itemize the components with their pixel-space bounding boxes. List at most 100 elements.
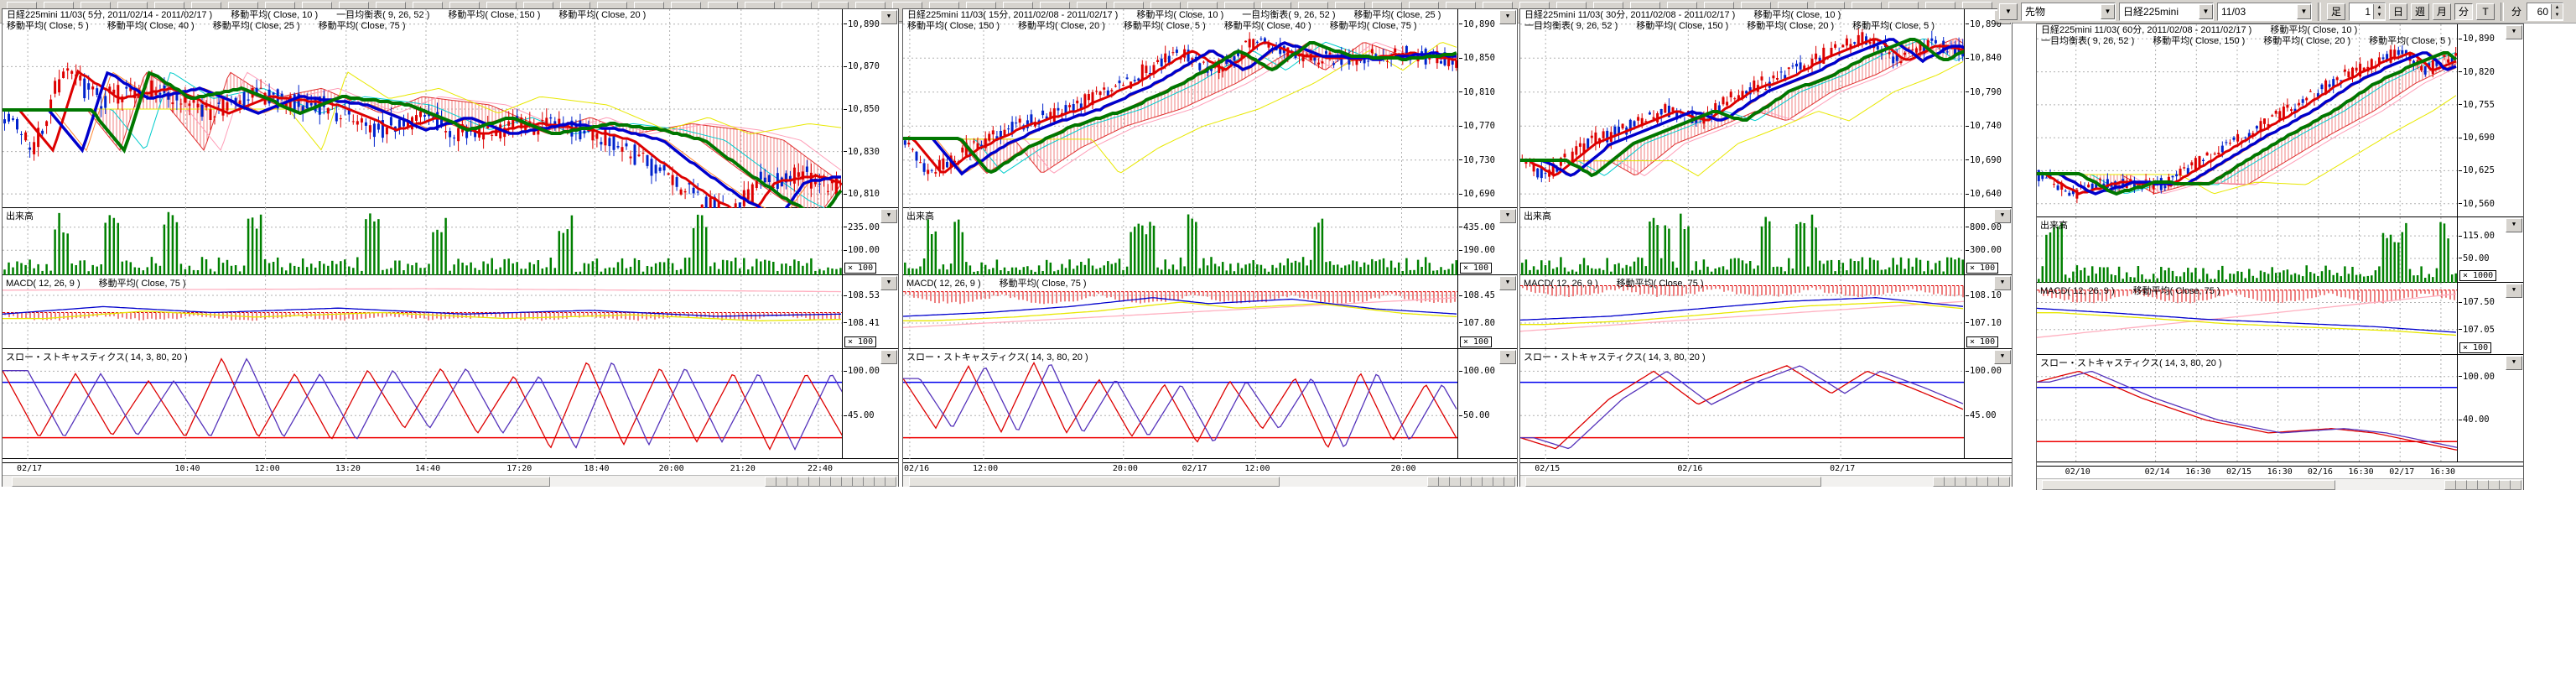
macd-scale-badge: × 100 (844, 336, 876, 347)
horizontal-scrollbar[interactable] (1520, 475, 2012, 487)
bar-type-button[interactable]: 足 (2327, 3, 2345, 20)
scrollbar-thumb[interactable] (2042, 480, 2335, 490)
scrollbar-page-button[interactable] (1471, 477, 1483, 487)
pane-dropdown-icon[interactable]: ▼ (1499, 276, 1516, 290)
bar-interval-stepper[interactable]: 1 ▲▼ (2349, 3, 2386, 21)
scrollbar-page-button[interactable] (852, 477, 864, 487)
scrollbar-page-button[interactable] (2444, 480, 2456, 490)
pane-dropdown-icon[interactable]: ▼ (1499, 10, 1516, 24)
pane-dropdown-icon[interactable]: ▼ (2506, 356, 2522, 370)
y-tick-label: 10,850 (844, 104, 880, 114)
x-tick-label: 02/17 (1182, 464, 1208, 473)
y-axis-labels: ▼107.50107.05× 100 (2457, 283, 2523, 354)
scrollbar-page-button[interactable] (2466, 480, 2478, 490)
chevron-down-icon[interactable]: ▼ (2297, 4, 2311, 19)
y-tick-label: 10,690 (2459, 133, 2495, 143)
x-tick-label: 12:00 (255, 464, 280, 473)
contract-month-select[interactable]: 11/03 ▼ (2217, 3, 2312, 21)
toolbar-overflow-dropdown-icon[interactable]: ▼ (1999, 3, 2018, 20)
scrollbar-page-button[interactable] (2499, 480, 2511, 490)
x-tick-label: 18:40 (584, 464, 609, 473)
scrollbar-thumb[interactable] (909, 477, 1279, 487)
stoch-plot (1520, 349, 1965, 459)
scrollbar-page-button[interactable] (2477, 480, 2489, 490)
period-tick-button[interactable]: T (2476, 3, 2495, 20)
scrollbar-page-button[interactable] (1966, 477, 1977, 487)
pane-dropdown-icon[interactable]: ▼ (880, 10, 897, 24)
scrollbar-page-button[interactable] (1427, 477, 1439, 487)
horizontal-scrollbar[interactable] (903, 475, 1517, 487)
scrollbar-page-button[interactable] (874, 477, 886, 487)
scrollbar-thumb[interactable] (1525, 477, 1822, 487)
scrollbar-page-button[interactable] (1482, 477, 1493, 487)
scrollbar-page-button[interactable] (787, 477, 798, 487)
scrollbar-page-button[interactable] (2488, 480, 2500, 490)
price-plot (1520, 9, 1965, 208)
x-tick-label: 12:00 (973, 464, 998, 473)
pane-dropdown-icon[interactable]: ▼ (1499, 350, 1516, 364)
scrollbar-page-button[interactable] (819, 477, 831, 487)
scrollbar-page-button[interactable] (1504, 477, 1515, 487)
x-tick-label: 02/16 (904, 464, 929, 473)
x-tick-label: 02/15 (1535, 464, 1560, 473)
pane-dropdown-icon[interactable]: ▼ (2506, 284, 2522, 298)
pane-dropdown-icon[interactable]: ▼ (880, 209, 897, 223)
scrollbar-page-button[interactable] (1933, 477, 1945, 487)
volume-plot (1520, 208, 1965, 275)
futures-type-select[interactable]: 先物 ▼ (2021, 3, 2116, 21)
scrollbar-page-button[interactable] (1998, 477, 2010, 487)
scrollbar-page-button[interactable] (885, 477, 896, 487)
scrollbar-page-button[interactable] (1493, 477, 1504, 487)
scrollbar-page-button[interactable] (1449, 477, 1461, 487)
scrollbar-page-button[interactable] (1955, 477, 1966, 487)
x-tick-label: 02/14 (2145, 467, 2170, 477)
y-tick-label: 100.00 (1459, 366, 1495, 376)
scrollbar-page-button[interactable] (765, 477, 776, 487)
pane-dropdown-icon[interactable]: ▼ (1994, 350, 2011, 364)
scrollbar-page-button[interactable] (863, 477, 875, 487)
y-tick-label: 10,690 (1459, 189, 1495, 199)
pane-dropdown-icon[interactable]: ▼ (1994, 276, 2011, 290)
pane-dropdown-icon[interactable]: ▼ (2506, 25, 2522, 39)
pane-dropdown-icon[interactable]: ▼ (880, 276, 897, 290)
scrollbar-page-button[interactable] (1460, 477, 1472, 487)
chevron-down-icon[interactable]: ▼ (2101, 4, 2115, 19)
chevron-down-icon[interactable]: ▼ (2199, 4, 2213, 19)
scrollbar-page-button[interactable] (830, 477, 842, 487)
period-day-button[interactable]: 日 (2389, 3, 2407, 20)
period-minute-button[interactable]: 分 (2454, 3, 2473, 20)
scrollbar-page-button[interactable] (2455, 480, 2467, 490)
horizontal-scrollbar[interactable] (3, 475, 898, 487)
x-tick-label: 14:40 (415, 464, 440, 473)
scrollbar-page-button[interactable] (808, 477, 820, 487)
y-tick-label: 10,690 (1966, 155, 2002, 165)
scrollbar-page-button[interactable] (1944, 477, 1955, 487)
volume-scale-badge: × 1000 (2459, 270, 2496, 281)
scrollbar-page-button[interactable] (2510, 480, 2521, 490)
spinner-arrows-icon[interactable]: ▲▼ (2373, 4, 2385, 19)
macd-plot (903, 275, 1458, 349)
spinner-arrows-icon[interactable]: ▲▼ (2551, 4, 2563, 19)
volume-plot (2037, 217, 2458, 283)
scrollbar-page-button[interactable] (1976, 477, 1988, 487)
y-tick-label: 10,890 (2459, 34, 2495, 44)
scrollbar-page-button[interactable] (776, 477, 787, 487)
y-tick-label: 800.00 (1966, 222, 2002, 232)
pane-dropdown-icon[interactable]: ▼ (1994, 209, 2011, 223)
scrollbar-page-button[interactable] (841, 477, 853, 487)
pane-dropdown-icon[interactable]: ▼ (2506, 218, 2522, 232)
pane-dropdown-icon[interactable]: ▼ (1499, 209, 1516, 223)
pane-dropdown-icon[interactable]: ▼ (880, 350, 897, 364)
symbol-select[interactable]: 日経225mini ▼ (2119, 3, 2214, 21)
y-tick-label: 10,730 (1459, 155, 1495, 165)
period-week-button[interactable]: 週 (2411, 3, 2429, 20)
y-axis-labels: ▼100.0045.00 (842, 349, 898, 458)
minute-interval-stepper[interactable]: 60 ▲▼ (2527, 3, 2563, 21)
period-month-button[interactable]: 月 (2433, 3, 2451, 20)
scrollbar-page-button[interactable] (1987, 477, 1999, 487)
x-tick-label: 02/16 (2308, 467, 2333, 477)
scrollbar-page-button[interactable] (1438, 477, 1450, 487)
scrollbar-page-button[interactable] (797, 477, 809, 487)
scrollbar-thumb[interactable] (12, 477, 551, 487)
horizontal-scrollbar[interactable] (2037, 478, 2523, 490)
